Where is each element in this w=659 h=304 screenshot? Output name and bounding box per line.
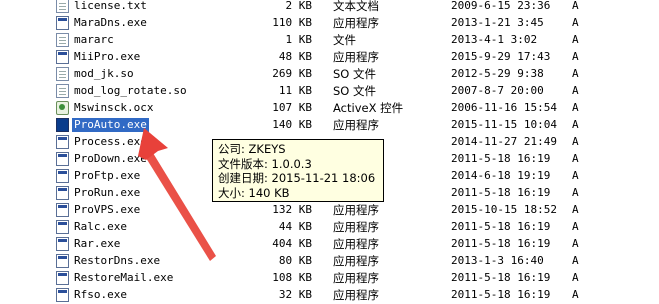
red-arrow-annotation [138,128,216,261]
arrow-shaft [146,153,216,261]
